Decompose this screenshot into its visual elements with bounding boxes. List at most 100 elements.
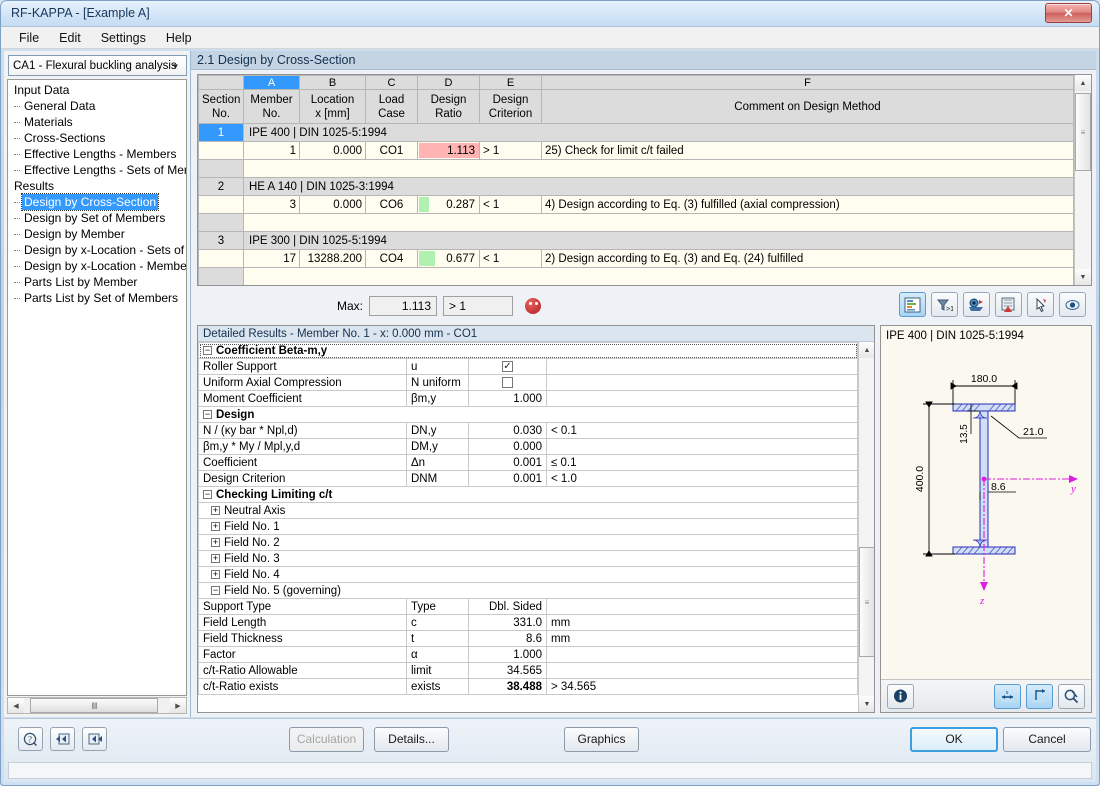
column-header-2[interactable]: Location x [mm] xyxy=(299,89,366,124)
detail-group-cell[interactable]: − Field No. 5 (governing) xyxy=(198,582,858,599)
next-button[interactable] xyxy=(82,727,107,751)
graphics-button[interactable]: Graphics xyxy=(564,726,639,752)
section-number[interactable]: 1 xyxy=(198,123,244,142)
info-icon[interactable] xyxy=(887,683,914,709)
expander-icon[interactable]: + xyxy=(211,537,220,547)
zoom-reset-icon[interactable] xyxy=(1058,683,1085,709)
column-header-1[interactable]: Member No. xyxy=(243,89,300,124)
table-group-row[interactable]: 3 IPE 300 | DIN 1025-5:1994 xyxy=(198,231,1074,250)
scroll-thumb[interactable]: ≡ xyxy=(859,547,874,657)
detail-group-cell[interactable]: + Field No. 2 xyxy=(198,534,858,551)
sidebar-item-design-by-set-of-members[interactable]: Design by Set of Members xyxy=(8,210,186,226)
checkbox-unchecked-icon[interactable] xyxy=(502,376,513,388)
expander-icon[interactable]: + xyxy=(211,505,220,515)
detail-group-cell[interactable]: + Field No. 4 xyxy=(198,566,858,583)
column-letter-C[interactable]: C xyxy=(365,75,418,90)
sidebar-item-design-by-member[interactable]: Design by Member xyxy=(8,226,186,242)
sidebar-item-design-by-cross-section[interactable]: Design by Cross-Section xyxy=(8,193,186,211)
help-button[interactable]: ? xyxy=(18,727,43,751)
detail-group-row[interactable]: − Checking Limiting c/t xyxy=(198,486,858,503)
column-header-0[interactable]: Section No. xyxy=(198,89,244,124)
export-excel-icon[interactable] xyxy=(995,292,1022,317)
table-row[interactable]: 17 13288.200 CO4 0.677 < 1 2) Design accordin… xyxy=(198,249,1074,268)
details-button[interactable]: Details... xyxy=(374,726,449,752)
dimension-x-icon[interactable]: x xyxy=(994,683,1021,709)
sidebar-item-input-data[interactable]: Input Data xyxy=(8,82,186,98)
view-mode-icon[interactable] xyxy=(963,292,990,317)
expander-icon[interactable]: − xyxy=(211,585,220,595)
detail-subgroup-row[interactable]: + Neutral Axis xyxy=(198,502,858,519)
calculation-button[interactable]: Calculation xyxy=(289,726,364,752)
detail-subgroup-row[interactable]: + Field No. 2 xyxy=(198,534,858,551)
column-header-3[interactable]: Load Case xyxy=(365,89,418,124)
scroll-down-icon[interactable]: ▼ xyxy=(1075,269,1091,285)
menu-item-file[interactable]: File xyxy=(9,29,49,47)
scroll-left-icon[interactable]: ◀ xyxy=(8,698,24,713)
detail-subgroup-row[interactable]: + Field No. 4 xyxy=(198,566,858,583)
expander-icon[interactable]: + xyxy=(211,569,220,579)
scroll-up-icon[interactable]: ▲ xyxy=(859,342,874,358)
detail-group-row[interactable]: − Coefficient Beta-m,y xyxy=(198,342,858,359)
sidebar-item-design-by-x-location-members[interactable]: Design by x-Location - Members xyxy=(8,258,186,274)
column-letter-A[interactable]: A xyxy=(243,75,300,90)
sidebar-item-materials[interactable]: Materials xyxy=(8,114,186,130)
table-group-row[interactable]: 1 IPE 400 | DIN 1025-5:1994 xyxy=(198,123,1074,142)
sidebar-item-parts-list-by-member[interactable]: Parts List by Member xyxy=(8,274,186,290)
column-letter-E[interactable]: E xyxy=(479,75,542,90)
expander-icon[interactable]: − xyxy=(203,489,212,499)
expander-icon[interactable]: − xyxy=(203,345,212,355)
column-letter-B[interactable]: B xyxy=(299,75,366,90)
scroll-thumb[interactable]: ≡ xyxy=(1075,93,1091,171)
sidebar-item-design-by-x-location-sets-of-members[interactable]: Design by x-Location - Sets of Members xyxy=(8,242,186,258)
filter-icon[interactable]: >1 xyxy=(931,292,958,317)
detail-vertical-scrollbar[interactable]: ▲ ≡ ▼ xyxy=(858,342,874,712)
select-pointer-icon[interactable] xyxy=(1027,292,1054,317)
column-letter-F[interactable]: F xyxy=(541,75,1074,90)
sidebar-item-effective-lengths-sets-of-members[interactable]: Effective Lengths - Sets of Members xyxy=(8,162,186,178)
navigation-tree[interactable]: Input Data General Data Materials Cross-Sec… xyxy=(7,79,187,696)
menu-item-settings[interactable]: Settings xyxy=(91,29,156,47)
results-vertical-scrollbar[interactable]: ▲ ≡ ▼ xyxy=(1074,75,1091,285)
detail-group-cell[interactable]: + Field No. 3 xyxy=(198,550,858,567)
scroll-down-icon[interactable]: ▼ xyxy=(859,696,874,712)
dimension-axes-icon[interactable] xyxy=(1026,683,1053,709)
column-letter-none[interactable] xyxy=(198,75,244,90)
tree-horizontal-scrollbar[interactable]: ◀ ‖‖ ▶ xyxy=(7,697,187,714)
section-number[interactable]: 3 xyxy=(198,231,244,250)
detail-subgroup-row[interactable]: − Field No. 5 (governing) xyxy=(198,582,858,599)
detail-group-cell[interactable]: + Field No. 1 xyxy=(198,518,858,535)
chevron-down-icon[interactable]: ▼ xyxy=(168,59,183,73)
result-tables-icon[interactable] xyxy=(899,292,926,317)
column-header-5[interactable]: Design Criterion xyxy=(479,89,542,124)
ok-button[interactable]: OK xyxy=(910,726,998,752)
scroll-thumb[interactable]: ‖‖ xyxy=(30,698,158,713)
sidebar-item-cross-sections[interactable]: Cross-Sections xyxy=(8,130,186,146)
scroll-right-icon[interactable]: ▶ xyxy=(170,698,186,713)
sidebar-item-parts-list-by-set-of-members[interactable]: Parts List by Set of Members xyxy=(8,290,186,306)
detail-subgroup-row[interactable]: + Field No. 1 xyxy=(198,518,858,535)
previous-button[interactable] xyxy=(50,727,75,751)
sidebar-item-effective-lengths-members[interactable]: Effective Lengths - Members xyxy=(8,146,186,162)
expander-icon[interactable]: + xyxy=(211,553,220,563)
detail-group-row[interactable]: − Design xyxy=(198,406,858,423)
table-group-row[interactable]: 2 HE A 140 | DIN 1025-3:1994 xyxy=(198,177,1074,196)
expander-icon[interactable]: + xyxy=(211,521,220,531)
menu-item-help[interactable]: Help xyxy=(156,29,202,47)
column-header-6[interactable]: Comment on Design Method xyxy=(541,89,1074,124)
sidebar-item-general-data[interactable]: General Data xyxy=(8,98,186,114)
visibility-icon[interactable] xyxy=(1059,292,1086,317)
detail-group-cell[interactable]: − Checking Limiting c/t xyxy=(198,486,858,503)
detail-group-cell[interactable]: + Neutral Axis xyxy=(198,502,858,519)
expander-icon[interactable]: − xyxy=(203,409,212,419)
checkbox-checked-icon[interactable]: ✓ xyxy=(502,360,513,372)
cross-section-drawing[interactable]: y z 180.0 400.0 13.5 8.6 21.0 xyxy=(881,342,1091,679)
detail-group-cell[interactable]: − Design xyxy=(198,406,858,423)
menu-item-edit[interactable]: Edit xyxy=(49,29,91,47)
detail-group-cell[interactable]: − Coefficient Beta-m,y xyxy=(198,342,858,359)
column-letter-D[interactable]: D xyxy=(417,75,480,90)
table-row[interactable]: 1 0.000 CO1 1.113 > 1 25) Check for limit c/t… xyxy=(198,141,1074,160)
close-button[interactable]: ✕ xyxy=(1045,3,1092,23)
table-row[interactable]: 3 0.000 CO6 0.287 < 1 4) Design according to … xyxy=(198,195,1074,214)
scroll-up-icon[interactable]: ▲ xyxy=(1075,75,1091,91)
analysis-case-combobox[interactable]: CA1 - Flexural buckling analysis ▼ xyxy=(8,55,187,76)
